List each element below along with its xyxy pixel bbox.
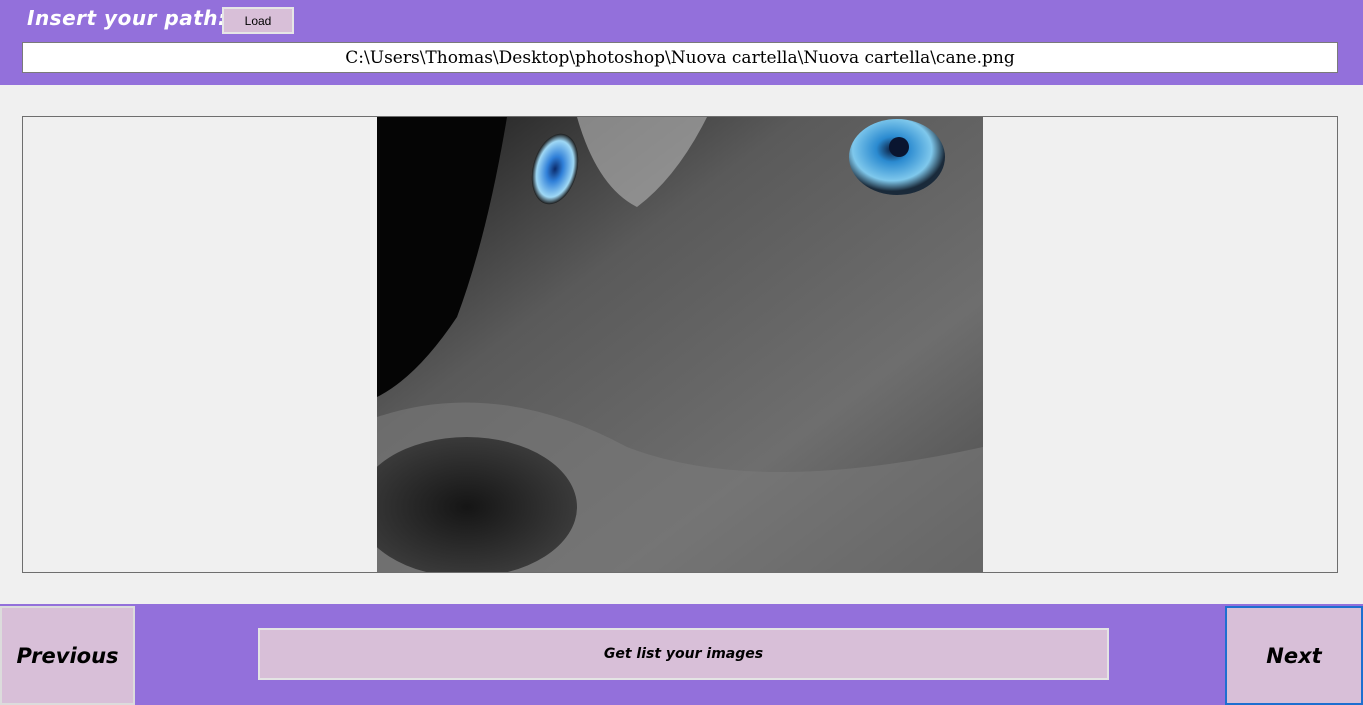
previous-button[interactable]: Previous [0,606,135,705]
load-button[interactable]: Load [222,7,294,34]
next-button[interactable]: Next [1225,606,1363,705]
path-input[interactable] [22,42,1338,73]
image-viewer [22,116,1338,573]
bottom-panel: Previous Get list your images Next [0,604,1363,705]
get-list-button[interactable]: Get list your images [258,628,1109,680]
path-label: Insert your path: [27,6,227,30]
husky-photo [377,117,983,572]
top-panel: Insert your path: Load [0,0,1363,85]
